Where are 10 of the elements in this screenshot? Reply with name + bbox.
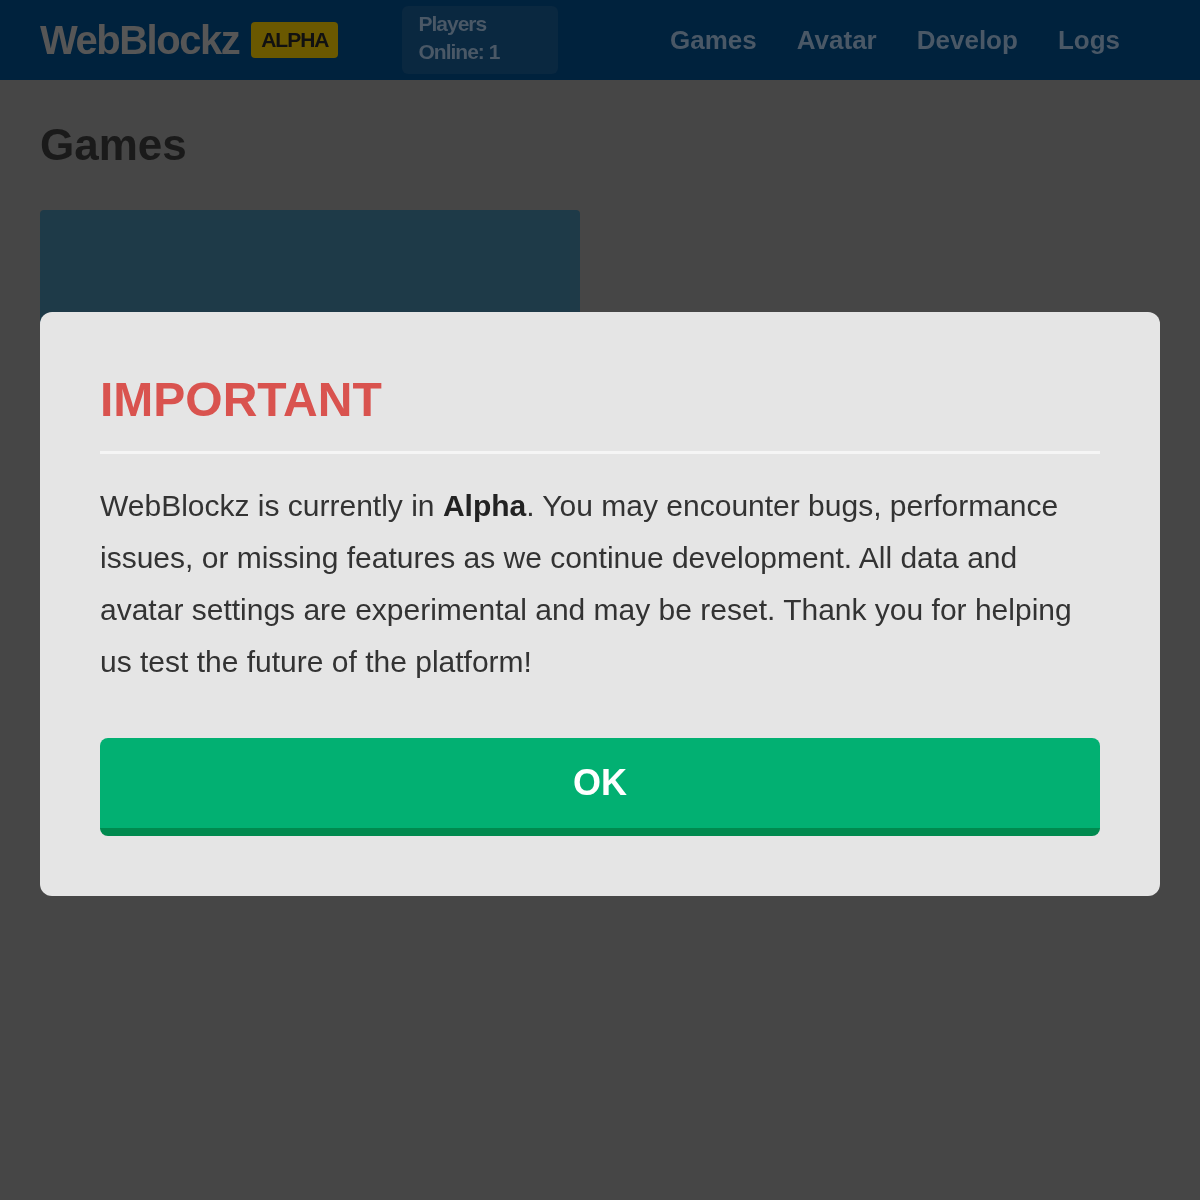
- nav-link[interactable]: Avatar: [796, 24, 877, 56]
- logo[interactable]: WebBlockz: [40, 17, 240, 63]
- nav-link[interactable]: Logs: [1057, 24, 1120, 56]
- dialog-message: WebBlockz is currently in Alpha. You may encounter bugs, performance issues, or missing features as we continue development. All data and avatar settings are experimental and may be reset. Thank you for helping us test the future of the platform!: [100, 488, 1073, 680]
- players-online-counter: Players Online: 1: [402, 6, 559, 74]
- ok-button[interactable]: OK: [100, 738, 1100, 836]
- dialog-title: IMPORTANT: [100, 372, 1100, 454]
- nav-link[interactable]: Games: [670, 24, 757, 56]
- alpha-badge: ALPHA: [251, 22, 339, 58]
- nav-link[interactable]: Develop: [916, 24, 1018, 56]
